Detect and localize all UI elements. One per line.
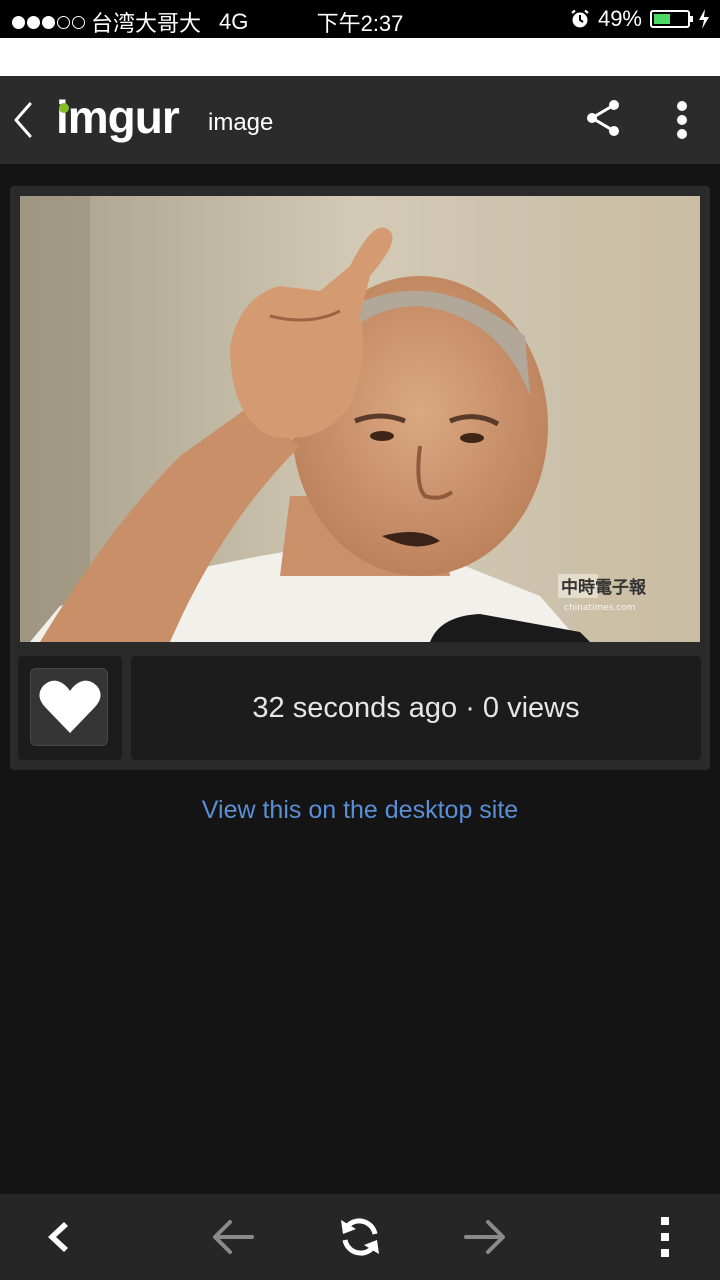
charging-bolt-icon [699,9,709,29]
battery-percent: 49% [597,6,642,31]
browser-toolbar [0,1194,720,1280]
arrow-right-icon[interactable] [460,1212,510,1262]
battery-level-fill [654,14,670,24]
back-icon[interactable] [34,1212,84,1262]
battery-icon [650,10,693,28]
page: 台湾大哥大 4G 下午2:37 49% imgur image 中時電子報 ch… [0,0,720,1280]
post-info: 32 seconds ago · 0 views [131,656,701,760]
browser-chrome-band [0,38,720,76]
status-bar: 台湾大哥大 4G 下午2:37 49% [0,0,720,38]
menu-vertical-icon[interactable] [640,1212,690,1262]
imgur-logo[interactable]: imgur [56,90,180,144]
back-chevron-icon[interactable] [6,98,42,142]
favorite-container [18,656,122,760]
alarm-icon [571,9,589,28]
post-age-views: 32 seconds ago · 0 views [252,691,580,724]
image-card: 中時電子報 chinatimes.com 32 seconds ago · 0 … [10,186,710,770]
favorite-button[interactable] [30,668,108,746]
post-image[interactable]: 中時電子報 chinatimes.com [20,196,700,642]
heart-icon [39,680,101,733]
status-right: 49% [570,6,710,32]
watermark-brand: 中時電子報 [561,577,647,598]
photo-illustration: 中時電子報 chinatimes.com [20,196,700,642]
watermark-url: chinatimes.com [564,603,635,613]
arrow-left-icon[interactable] [208,1212,258,1262]
refresh-icon[interactable] [335,1212,385,1262]
logo-green-dot [59,103,69,113]
desktop-site-link[interactable]: View this on the desktop site [0,796,720,825]
page-title: image [208,109,274,136]
share-icon[interactable] [582,96,626,140]
more-vertical-icon[interactable] [664,98,700,142]
